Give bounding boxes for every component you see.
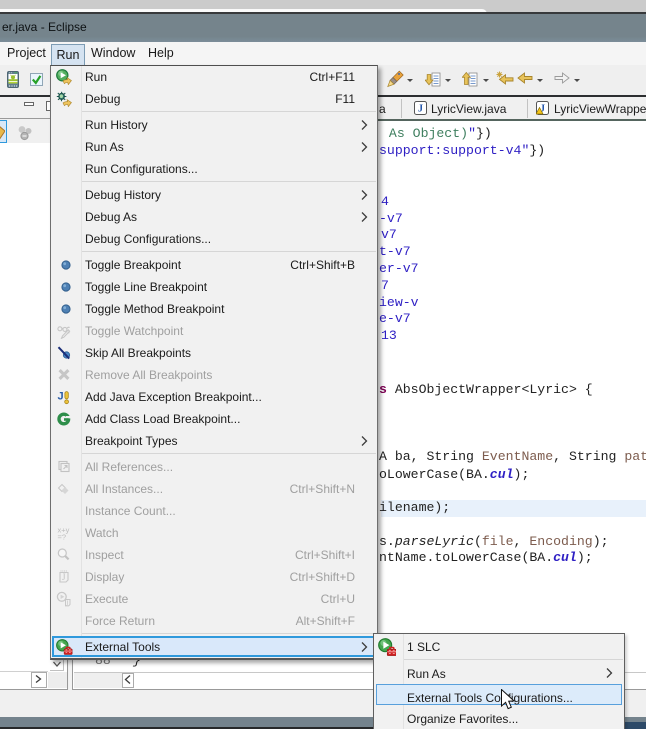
svg-text:j: j bbox=[65, 598, 68, 606]
svg-text:J: J bbox=[418, 104, 423, 115]
svg-text:=?: =? bbox=[58, 533, 67, 542]
svg-text:J: J bbox=[62, 572, 66, 582]
svg-text:J: J bbox=[58, 391, 64, 403]
